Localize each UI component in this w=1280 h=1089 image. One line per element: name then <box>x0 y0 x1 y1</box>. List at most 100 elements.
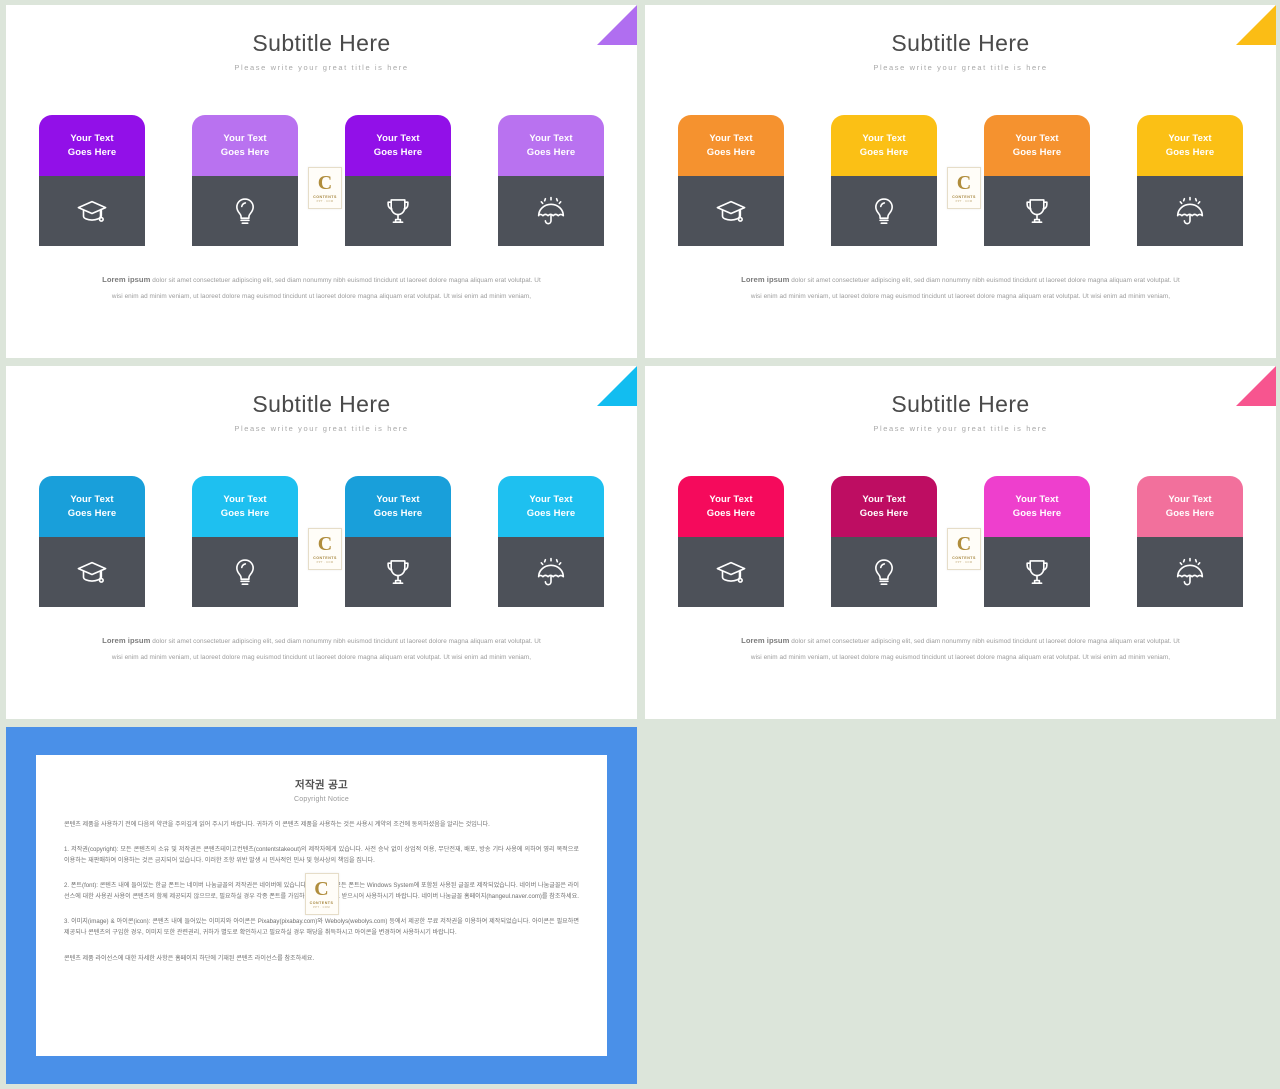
watermark-letter-c: C <box>314 878 329 900</box>
feature-card[interactable]: Your Text Goes Here <box>831 115 937 246</box>
slide-orange[interactable]: Subtitle Here Please write your great ti… <box>645 5 1276 358</box>
feature-card[interactable]: Your Text Goes Here <box>345 476 451 607</box>
feature-card[interactable]: Your Text Goes Here <box>1137 476 1243 607</box>
watermark-line1: CONTENTS <box>952 556 976 560</box>
feature-card[interactable]: Your Text Goes Here <box>831 476 937 607</box>
watermark-line1: CONTENTS <box>952 195 976 199</box>
page-title: Subtitle Here <box>252 391 391 417</box>
body-paragraph: Lorem ipsum dolor sit amet consectetuer … <box>735 271 1186 304</box>
trophy-icon <box>984 537 1090 607</box>
body-paragraph: Lorem ipsum dolor sit amet consectetuer … <box>96 632 547 665</box>
page-subtitle: Please write your great title is here <box>873 63 1048 73</box>
feature-card[interactable]: Your Text Goes Here <box>498 476 604 607</box>
feature-card[interactable]: Your Text Goes Here <box>678 115 784 246</box>
graduation-cap-icon <box>678 537 784 607</box>
umbrella-rain-icon <box>1137 537 1243 607</box>
slide-header: Subtitle Here Please write your great ti… <box>645 5 1276 72</box>
watermark-line2: PPT . COM <box>316 200 334 203</box>
feature-card[interactable]: Your Text Goes Here <box>39 476 145 607</box>
copyright-paragraph: 1. 저작권(copyright): 모든 콘텐츠의 소유 및 저작권은 콘텐츠… <box>64 846 579 865</box>
umbrella-rain-icon <box>498 176 604 246</box>
feature-card-label: Your Text Goes Here <box>831 476 937 537</box>
watermark-line2: PPT . COM <box>313 906 330 909</box>
page-title: Subtitle Here <box>891 391 1030 417</box>
feature-card[interactable]: Your Text Goes Here <box>678 476 784 607</box>
watermark-letter-c: C <box>956 172 972 194</box>
watermark-logo: C CONTENTS PPT . COM <box>308 167 342 209</box>
feature-card-label: Your Text Goes Here <box>678 115 784 176</box>
slide-purple[interactable]: Subtitle Here Please write your great ti… <box>6 5 637 358</box>
trophy-icon <box>345 176 451 246</box>
watermark-line2: PPT . COM <box>955 200 973 203</box>
feature-card-label: Your Text Goes Here <box>498 476 604 537</box>
feature-card[interactable]: Your Text Goes Here <box>1137 115 1243 246</box>
slide-header: Subtitle Here Please write your great ti… <box>645 366 1276 433</box>
watermark-logo: C CONTENTS PPT . COM <box>308 528 342 570</box>
body-lead: Lorem ipsum <box>102 275 151 284</box>
graduation-cap-icon <box>39 537 145 607</box>
feature-card[interactable]: Your Text Goes Here <box>984 476 1090 607</box>
feature-card-label: Your Text Goes Here <box>192 476 298 537</box>
slide-blue[interactable]: Subtitle Here Please write your great ti… <box>6 366 637 719</box>
trophy-icon <box>345 537 451 607</box>
watermark-logo: C CONTENTS PPT . COM <box>304 873 339 915</box>
feature-card-label: Your Text Goes Here <box>39 476 145 537</box>
copyright-paragraph: 콘텐츠 제품 라이선스에 대한 자세한 사항은 홈페이지 하단에 기재된 콘텐츠… <box>64 954 315 962</box>
watermark-line1: CONTENTS <box>313 195 337 199</box>
feature-card-label: Your Text Goes Here <box>1137 115 1243 176</box>
body-lead: Lorem ipsum <box>741 275 790 284</box>
body-lead: Lorem ipsum <box>102 636 151 645</box>
feature-card[interactable]: Your Text Goes Here <box>192 115 298 246</box>
graduation-cap-icon <box>39 176 145 246</box>
feature-card-label: Your Text Goes Here <box>345 476 451 537</box>
feature-card-label: Your Text Goes Here <box>192 115 298 176</box>
watermark-letter-c: C <box>317 172 333 194</box>
feature-card[interactable]: Your Text Goes Here <box>39 115 145 246</box>
corner-triangle-decoration <box>597 366 637 406</box>
page-subtitle: Please write your great title is here <box>234 424 409 434</box>
copyright-paragraph: 콘텐츠 제품을 사용하기 전에 다음의 약관을 주의깊게 읽어 주시기 바랍니다… <box>64 821 490 828</box>
watermark-logo: C CONTENTS PPT . COM <box>947 167 981 209</box>
feature-card-label: Your Text Goes Here <box>39 115 145 176</box>
watermark-letter-c: C <box>956 533 972 555</box>
copyright-header: 저작권 공고 Copyright Notice <box>64 777 579 803</box>
watermark-line2: PPT . COM <box>316 561 334 564</box>
umbrella-rain-icon <box>498 537 604 607</box>
feature-card-label: Your Text Goes Here <box>345 115 451 176</box>
watermark-line1: CONTENTS <box>309 901 334 905</box>
corner-triangle-decoration <box>597 5 637 45</box>
slide-copyright-notice[interactable]: 저작권 공고 Copyright Notice 콘텐츠 제품을 사용하기 전에 … <box>6 727 637 1084</box>
body-paragraph: Lorem ipsum dolor sit amet consectetuer … <box>735 632 1186 665</box>
body-text: dolor sit amet consectetuer adipiscing e… <box>111 638 541 661</box>
feature-card[interactable]: Your Text Goes Here <box>345 115 451 246</box>
lightbulb-icon <box>831 176 937 246</box>
copyright-title-english: Copyright Notice <box>294 796 349 803</box>
watermark-line1: CONTENTS <box>313 556 337 560</box>
watermark-letter-c: C <box>317 533 333 555</box>
watermark-line2: PPT . COM <box>955 561 973 564</box>
feature-card-label: Your Text Goes Here <box>984 476 1090 537</box>
page-title: Subtitle Here <box>252 30 391 56</box>
graduation-cap-icon <box>678 176 784 246</box>
feature-card-label: Your Text Goes Here <box>498 115 604 176</box>
feature-card-label: Your Text Goes Here <box>984 115 1090 176</box>
copyright-page: 저작권 공고 Copyright Notice 콘텐츠 제품을 사용하기 전에 … <box>36 755 607 1056</box>
corner-triangle-decoration <box>1236 5 1276 45</box>
body-text: dolor sit amet consectetuer adipiscing e… <box>750 638 1180 661</box>
page-subtitle: Please write your great title is here <box>873 424 1048 434</box>
feature-card-label: Your Text Goes Here <box>678 476 784 537</box>
trophy-icon <box>984 176 1090 246</box>
watermark-logo: C CONTENTS PPT . COM <box>947 528 981 570</box>
empty-area <box>643 727 1280 1089</box>
feature-card[interactable]: Your Text Goes Here <box>192 476 298 607</box>
slide-deck-grid: Subtitle Here Please write your great ti… <box>0 0 1280 1089</box>
slide-pink[interactable]: Subtitle Here Please write your great ti… <box>645 366 1276 719</box>
feature-card[interactable]: Your Text Goes Here <box>984 115 1090 246</box>
copyright-title-korean: 저작권 공고 <box>294 779 349 791</box>
page-subtitle: Please write your great title is here <box>234 63 409 73</box>
slide-header: Subtitle Here Please write your great ti… <box>6 366 637 433</box>
slide-header: Subtitle Here Please write your great ti… <box>6 5 637 72</box>
body-paragraph: Lorem ipsum dolor sit amet consectetuer … <box>96 271 547 304</box>
page-title: Subtitle Here <box>891 30 1030 56</box>
feature-card[interactable]: Your Text Goes Here <box>498 115 604 246</box>
